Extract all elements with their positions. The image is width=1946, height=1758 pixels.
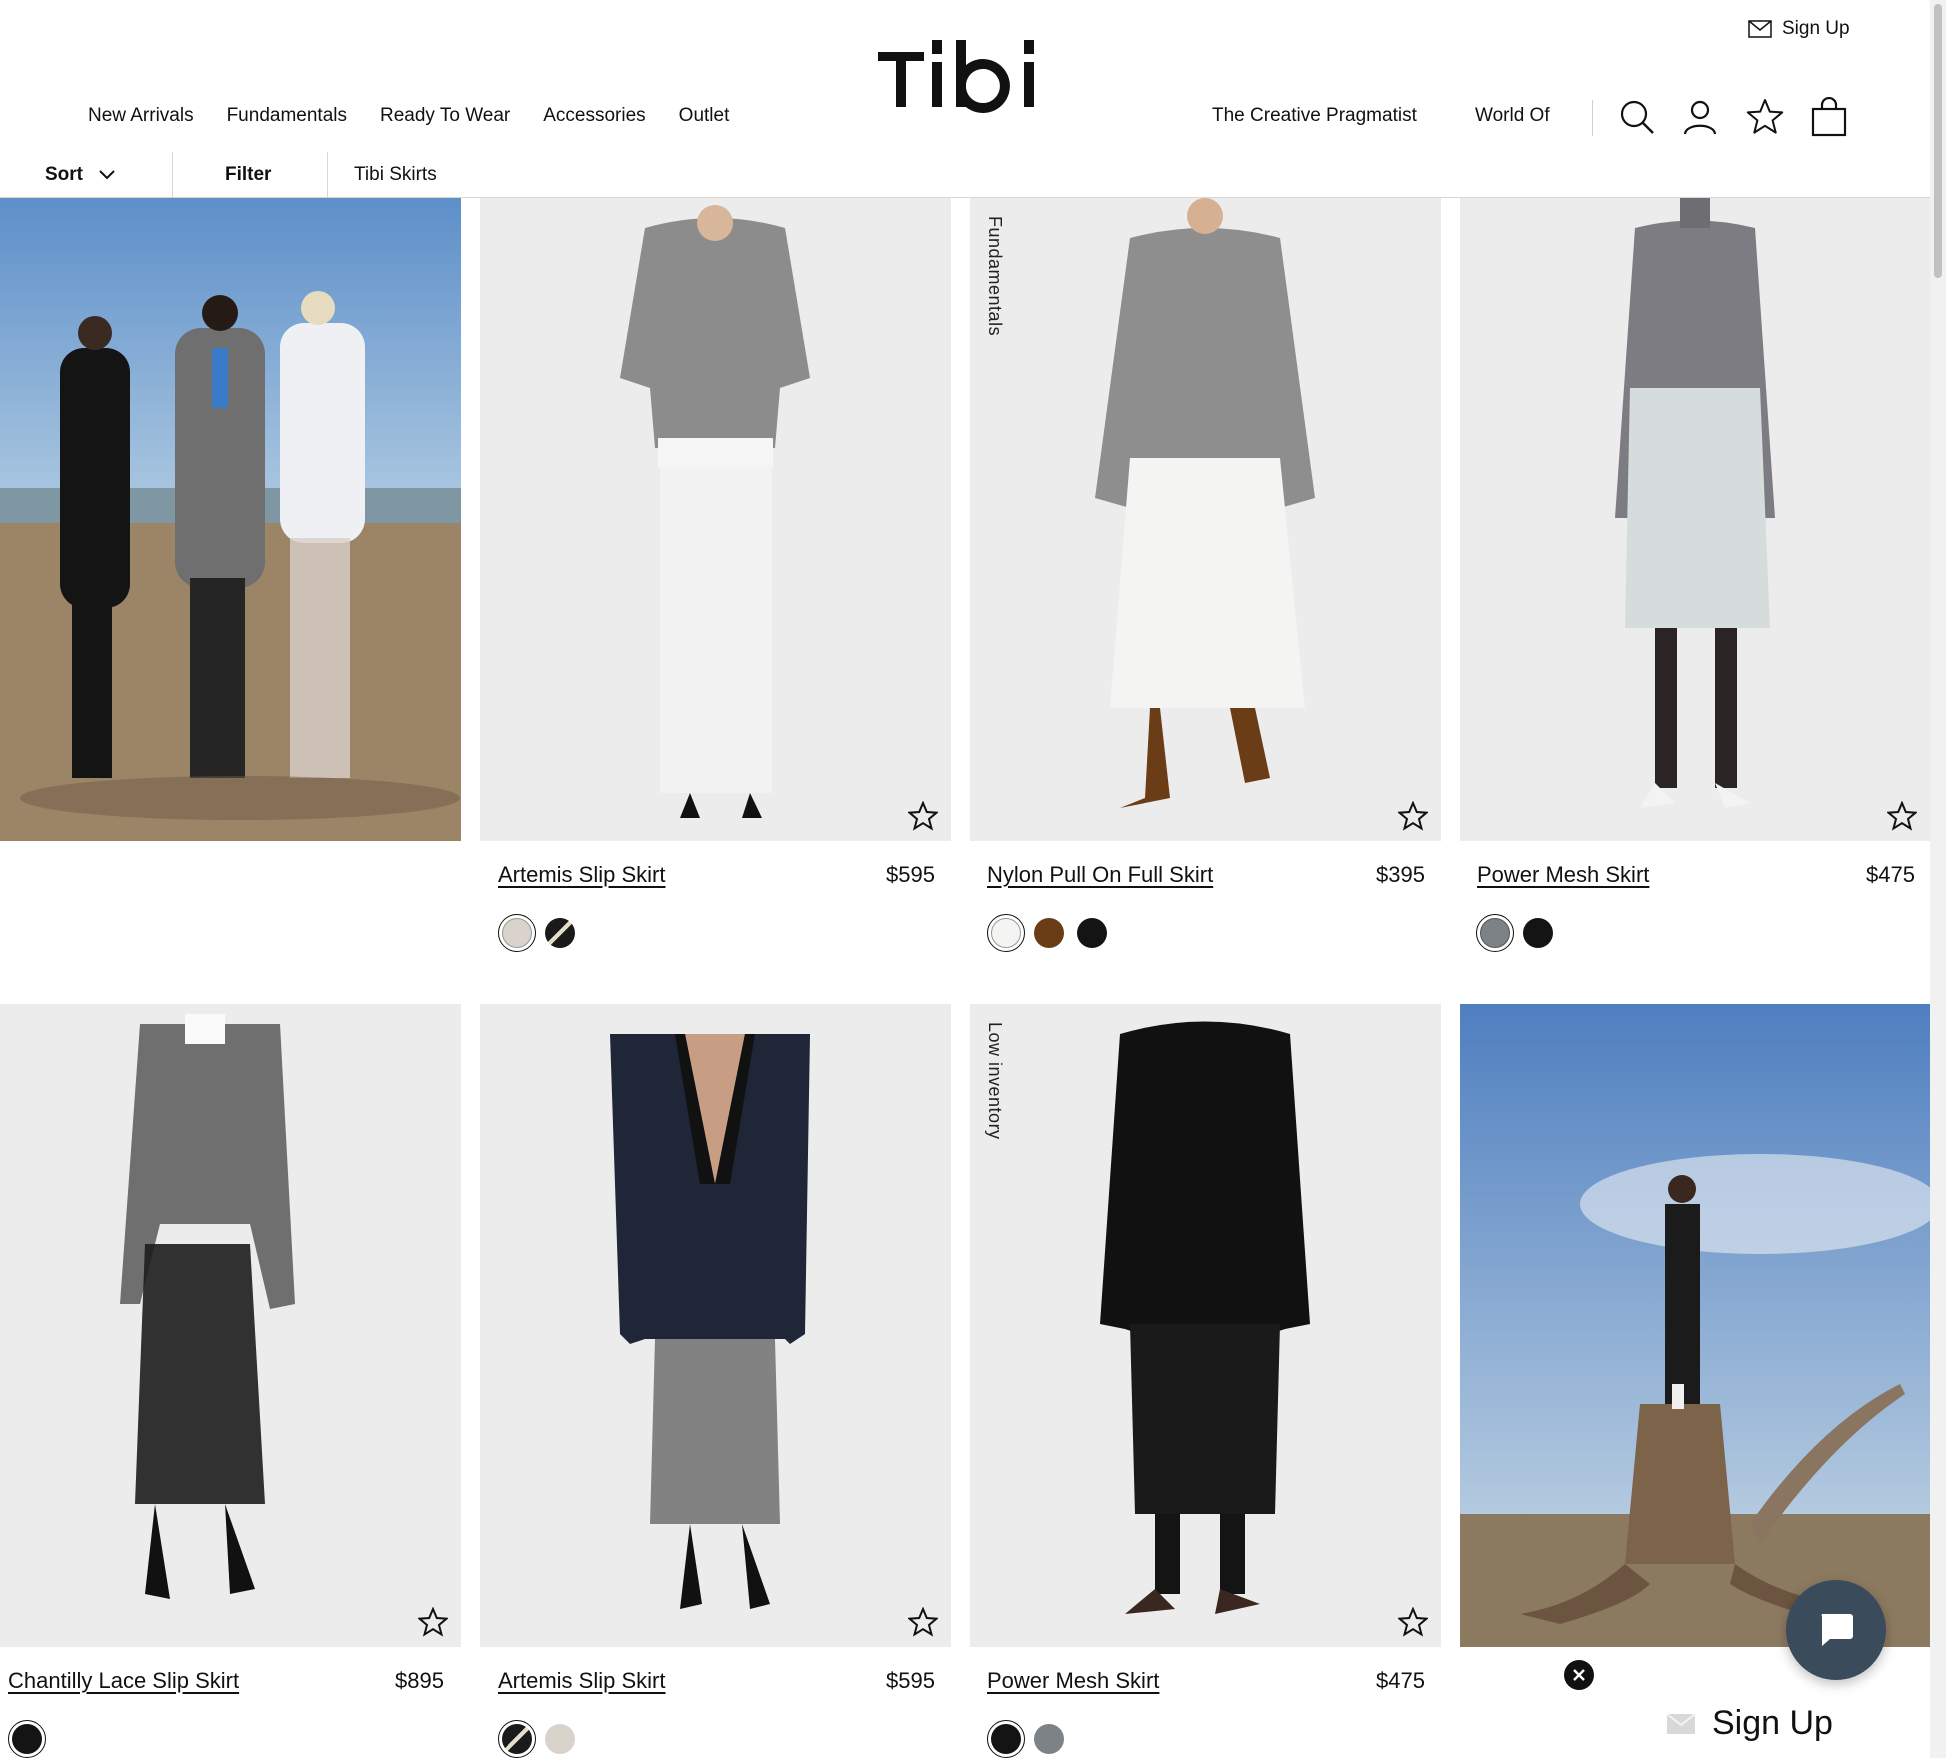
scrollbar-thumb[interactable] — [1934, 4, 1942, 278]
filter-bar: Sort Filter Tibi Skirts — [0, 152, 1930, 198]
favorite-star-icon[interactable] — [418, 1607, 448, 1637]
editorial-driftwood-image[interactable] — [1460, 1004, 1930, 1647]
main-nav: New Arrivals Fundamentals Ready To Wear … — [88, 105, 762, 127]
filter-button[interactable]: Filter — [225, 152, 271, 197]
favorite-star-icon[interactable] — [1887, 801, 1917, 831]
favorite-star-icon[interactable] — [908, 1607, 938, 1637]
color-swatch[interactable] — [8, 1720, 46, 1758]
product-image[interactable] — [0, 1004, 461, 1647]
color-swatch[interactable] — [1523, 918, 1553, 948]
close-popup-button[interactable] — [1564, 1660, 1594, 1690]
product-image[interactable]: Low inventory — [970, 1004, 1441, 1647]
sort-label: Sort — [45, 163, 83, 185]
product-label: Low inventory — [985, 1022, 1005, 1140]
product-price: $895 — [395, 1668, 444, 1693]
nav-fundamentals[interactable]: Fundamentals — [227, 105, 347, 127]
color-swatch[interactable] — [1077, 918, 1107, 948]
color-swatch[interactable] — [498, 914, 536, 952]
chat-bubble-icon — [1821, 1614, 1853, 1646]
color-swatch[interactable] — [987, 914, 1025, 952]
category-label: Tibi Skirts — [354, 163, 437, 185]
product-name[interactable]: Power Mesh Skirt — [1477, 862, 1649, 888]
account-icon[interactable] — [1680, 96, 1720, 138]
color-swatch[interactable] — [987, 1720, 1025, 1758]
mail-icon — [1748, 20, 1772, 38]
editorial-beach-image[interactable] — [0, 198, 461, 841]
site-header: Sign Up New Arrivals Fundamentals Ready … — [0, 0, 1930, 153]
color-swatch[interactable] — [545, 1724, 575, 1754]
nav-ready-to-wear[interactable]: Ready To Wear — [380, 105, 510, 127]
product-name[interactable]: Power Mesh Skirt — [987, 1668, 1159, 1694]
product-image[interactable]: Fundamentals — [970, 198, 1441, 841]
floating-signup-button[interactable]: Sign Up — [1666, 1704, 1833, 1743]
nav-outlet[interactable]: Outlet — [679, 105, 730, 127]
product-name[interactable]: Nylon Pull On Full Skirt — [987, 862, 1213, 888]
close-icon — [1573, 1669, 1585, 1681]
color-swatch[interactable] — [498, 1720, 536, 1758]
product-price: $475 — [1866, 862, 1915, 887]
wishlist-star-icon[interactable] — [1745, 96, 1785, 138]
product-name[interactable]: Artemis Slip Skirt — [498, 862, 665, 888]
product-price: $395 — [1376, 862, 1425, 887]
color-swatch[interactable] — [1034, 1724, 1064, 1754]
favorite-star-icon[interactable] — [908, 801, 938, 831]
chat-button[interactable] — [1786, 1580, 1886, 1680]
product-image[interactable] — [480, 1004, 951, 1647]
header-signup-label: Sign Up — [1782, 18, 1850, 39]
product-name[interactable]: Artemis Slip Skirt — [498, 1668, 665, 1694]
brand-logo[interactable] — [876, 30, 1046, 114]
product-price: $595 — [886, 862, 935, 887]
sort-button[interactable]: Sort — [45, 152, 115, 197]
color-swatch[interactable] — [545, 918, 575, 948]
chevron-down-icon — [99, 169, 115, 179]
product-price: $595 — [886, 1668, 935, 1693]
product-image[interactable] — [1460, 198, 1930, 841]
search-icon[interactable] — [1617, 96, 1657, 138]
product-label: Fundamentals — [985, 216, 1005, 337]
nav-accessories[interactable]: Accessories — [543, 105, 645, 127]
shopping-bag-icon[interactable] — [1809, 96, 1849, 138]
nav-creative-pragmatist[interactable]: The Creative Pragmatist — [1212, 105, 1417, 127]
mail-icon — [1666, 1712, 1696, 1734]
header-divider — [1592, 100, 1593, 136]
floating-signup-label: Sign Up — [1712, 1704, 1833, 1742]
favorite-star-icon[interactable] — [1398, 1607, 1428, 1637]
color-swatch[interactable] — [1476, 914, 1514, 952]
header-signup-link[interactable]: Sign Up — [1748, 16, 1850, 42]
product-image[interactable] — [480, 198, 951, 841]
nav-world-of[interactable]: World Of — [1475, 105, 1550, 127]
favorite-star-icon[interactable] — [1398, 801, 1428, 831]
product-price: $475 — [1376, 1668, 1425, 1693]
nav-new-arrivals[interactable]: New Arrivals — [88, 105, 194, 127]
color-swatch[interactable] — [1034, 918, 1064, 948]
product-name[interactable]: Chantilly Lace Slip Skirt — [8, 1668, 239, 1694]
